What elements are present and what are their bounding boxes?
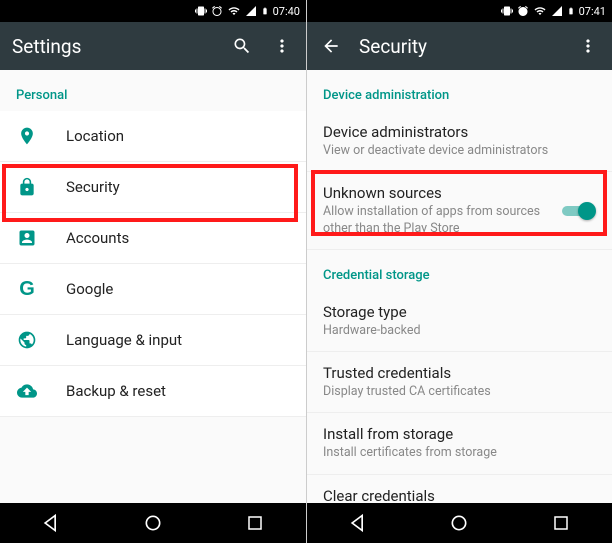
status-time: 07:41: [579, 5, 606, 18]
item-unknown-sources[interactable]: Unknown sources Allow installation of ap…: [307, 172, 612, 250]
more-icon[interactable]: [576, 34, 600, 58]
status-bar: 07:41: [307, 0, 612, 22]
signal-icon: [245, 5, 257, 17]
list-item-label: Google: [66, 280, 113, 298]
item-subtitle: Allow installation of apps from sources …: [323, 204, 562, 237]
item-subtitle: Display trusted CA certificates: [323, 384, 596, 400]
list-item-label: Language & input: [66, 331, 182, 349]
account-icon: [16, 227, 38, 249]
phone-settings: 07:40 Settings Personal Location Securit…: [0, 0, 306, 543]
app-bar: Security: [307, 22, 612, 70]
item-title: Unknown sources: [323, 184, 562, 202]
wifi-icon: [227, 5, 241, 17]
globe-icon: [16, 329, 38, 351]
section-header-personal: Personal: [0, 70, 306, 111]
item-title: Device administrators: [323, 123, 596, 141]
item-storage-type[interactable]: Storage type Hardware-backed: [307, 291, 612, 352]
list-item-label: Security: [66, 178, 120, 196]
list-item-security[interactable]: Security: [0, 162, 306, 213]
phone-security: 07:41 Security Device administration Dev…: [306, 0, 612, 543]
list-item-backup[interactable]: Backup & reset: [0, 366, 306, 417]
recent-nav-icon[interactable]: [550, 512, 572, 534]
section-header-credential-storage: Credential storage: [307, 250, 612, 291]
nav-bar: [0, 503, 306, 543]
home-nav-icon[interactable]: [448, 512, 470, 534]
lock-icon: [16, 176, 38, 198]
item-device-administrators[interactable]: Device administrators View or deactivate…: [307, 111, 612, 172]
page-title: Settings: [12, 35, 214, 58]
item-trusted-credentials[interactable]: Trusted credentials Display trusted CA c…: [307, 352, 612, 413]
status-time: 07:40: [273, 5, 300, 18]
wifi-icon: [533, 5, 547, 17]
battery-icon: [261, 5, 269, 17]
list-item-label: Accounts: [66, 229, 129, 247]
item-title: Install from storage: [323, 425, 596, 443]
alarm-icon: [517, 5, 529, 17]
home-nav-icon[interactable]: [142, 512, 164, 534]
backup-icon: [16, 380, 38, 402]
list-item-label: Backup & reset: [66, 382, 166, 400]
list-item-google[interactable]: G Google: [0, 264, 306, 315]
section-header-device-admin: Device administration: [307, 70, 612, 111]
back-nav-icon[interactable]: [40, 512, 62, 534]
settings-list: Personal Location Security Accounts G Go…: [0, 70, 306, 503]
item-title: Storage type: [323, 303, 596, 321]
item-clear-credentials[interactable]: Clear credentials: [307, 475, 612, 504]
unknown-sources-toggle[interactable]: [562, 201, 596, 221]
security-list: Device administration Device administrat…: [307, 70, 612, 503]
back-nav-icon[interactable]: [347, 512, 369, 534]
status-bar: 07:40: [0, 0, 306, 22]
nav-bar: [307, 503, 612, 543]
alarm-icon: [211, 5, 223, 17]
item-subtitle: Hardware-backed: [323, 323, 596, 339]
back-arrow-icon[interactable]: [319, 34, 343, 58]
app-bar: Settings: [0, 22, 306, 70]
recent-nav-icon[interactable]: [244, 512, 266, 534]
item-subtitle: View or deactivate device administrators: [323, 143, 596, 159]
list-item-language[interactable]: Language & input: [0, 315, 306, 366]
list-item-location[interactable]: Location: [0, 111, 306, 162]
vibrate-icon: [195, 5, 207, 17]
signal-icon: [551, 5, 563, 17]
page-title: Security: [359, 35, 560, 58]
item-subtitle: Install certificates from storage: [323, 445, 596, 461]
item-install-from-storage[interactable]: Install from storage Install certificate…: [307, 413, 612, 474]
search-icon[interactable]: [230, 34, 254, 58]
location-icon: [16, 125, 38, 147]
list-item-accounts[interactable]: Accounts: [0, 213, 306, 264]
more-icon[interactable]: [270, 34, 294, 58]
google-icon: G: [16, 278, 38, 300]
battery-icon: [567, 5, 575, 17]
list-item-label: Location: [66, 127, 124, 145]
item-title: Clear credentials: [323, 487, 596, 504]
item-title: Trusted credentials: [323, 364, 596, 382]
vibrate-icon: [501, 5, 513, 17]
